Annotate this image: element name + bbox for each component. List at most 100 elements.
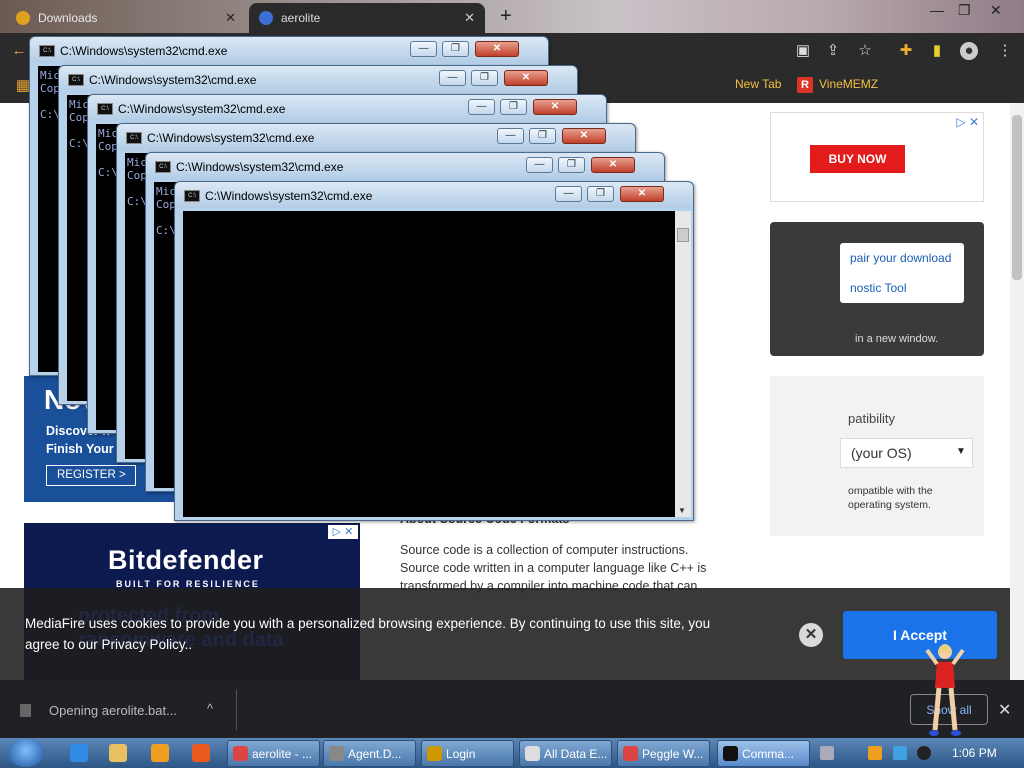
download-item-label[interactable]: Opening aerolite.bat...: [49, 703, 177, 718]
menu-dots-icon[interactable]: ⋮: [996, 42, 1014, 60]
file-explorer-icon[interactable]: [109, 744, 127, 762]
cmd-close-button[interactable]: ✕: [475, 41, 519, 57]
scrollbar-thumb[interactable]: [677, 228, 689, 242]
register-button[interactable]: REGISTER >: [46, 465, 136, 486]
taskbar-button[interactable]: Login: [421, 740, 514, 767]
cmd-output: Mic Cop C:\: [69, 98, 89, 150]
taskbar-app-icon: [623, 746, 638, 761]
cmd-close-button[interactable]: ✕: [504, 70, 548, 86]
cookie-close-button[interactable]: ✕: [799, 623, 823, 647]
cmd-title: C:\Windows\system32\cmd.exe: [60, 44, 228, 58]
chevron-up-icon[interactable]: ^: [207, 701, 213, 716]
cmd-line: Mic: [98, 127, 118, 140]
cmd-icon: C:\: [68, 74, 84, 86]
cmd-line: Cop: [127, 169, 147, 182]
cmd-maximize-button[interactable]: ❐: [529, 128, 556, 144]
extensions-icon[interactable]: ✚: [897, 42, 915, 60]
taskbar-button-label: aerolite - ...: [252, 747, 313, 761]
adchoices-icon[interactable]: ▷ ✕: [956, 115, 979, 129]
cmd-titlebar[interactable]: C:\ C:\Windows\system32\cmd.exe — ❐ ✕: [117, 124, 635, 150]
tray-search-icon[interactable]: [868, 746, 882, 760]
cmd-line: Cop: [69, 111, 89, 124]
cmd-titlebar[interactable]: C:\ C:\Windows\system32\cmd.exe — ❐ ✕: [59, 66, 577, 92]
cmd-maximize-button[interactable]: ❐: [471, 70, 498, 86]
cmd-maximize-button[interactable]: ❐: [587, 186, 614, 202]
back-arrow-icon[interactable]: ←: [10, 42, 28, 60]
cmd-console[interactable]: [183, 211, 677, 517]
cmd-line: [69, 124, 89, 137]
tab-label: aerolite: [281, 11, 321, 25]
scroll-down-icon[interactable]: ▼: [678, 506, 686, 515]
tab-close-icon[interactable]: ✕: [225, 10, 236, 26]
tab-downloads[interactable]: Downloads ✕: [6, 3, 246, 33]
os-select-dropdown[interactable]: (your OS): [840, 438, 973, 468]
cmd-titlebar[interactable]: C:\ C:\Windows\system32\cmd.exe — ❐ ✕: [88, 95, 606, 121]
internet-explorer-icon[interactable]: [70, 744, 88, 762]
paint-icon[interactable]: [192, 744, 210, 762]
cmd-maximize-button[interactable]: ❐: [442, 41, 469, 57]
taskbar-button[interactable]: aerolite - ...: [227, 740, 320, 767]
taskbar-button[interactable]: Agent.D...: [323, 740, 416, 767]
cmd-titlebar[interactable]: C:\ C:\Windows\system32\cmd.exe — ❐ ✕: [30, 37, 548, 63]
cmd-titlebar[interactable]: C:\ C:\Windows\system32\cmd.exe — ❐ ✕: [146, 153, 664, 179]
tray-app-icon[interactable]: [917, 746, 931, 760]
media-player-icon[interactable]: [151, 744, 169, 762]
bitdefender-logo: Bitdefender: [108, 545, 264, 575]
bookmark-new-tab[interactable]: New Tab: [735, 77, 781, 91]
cmd-close-button[interactable]: ✕: [620, 186, 664, 202]
repair-download-link[interactable]: pair your download: [850, 251, 951, 265]
cast-icon[interactable]: ▣: [794, 42, 812, 60]
cmd-output: Mic Cop C:\: [127, 156, 147, 208]
tray-monitor-icon[interactable]: [893, 746, 907, 760]
register-ad-line: Finish Your: [46, 442, 114, 456]
bookmark-star-icon[interactable]: ☆: [856, 42, 874, 60]
scrollbar-thumb[interactable]: [1012, 115, 1022, 280]
diagnostic-tool-link[interactable]: nostic Tool: [850, 281, 906, 295]
bookmark-label: VineMEMZ: [819, 77, 879, 91]
maximize-window-button[interactable]: ❐: [958, 2, 971, 19]
share-icon[interactable]: ⇪: [824, 42, 842, 60]
side-panel-icon[interactable]: ▮: [928, 42, 946, 60]
new-tab-button[interactable]: +: [500, 5, 512, 28]
cmd-icon: C:\: [97, 103, 113, 115]
taskbar-clock[interactable]: 1:06 PM: [952, 746, 997, 760]
bookmark-vinememz[interactable]: R VineMEMZ: [797, 77, 878, 93]
cmd-close-button[interactable]: ✕: [533, 99, 577, 115]
tab-close-icon[interactable]: ✕: [464, 10, 475, 26]
cmd-icon: C:\: [126, 132, 142, 144]
cmd-titlebar[interactable]: C:\ C:\Windows\system32\cmd.exe — ❐ ✕: [175, 182, 693, 208]
cmd-minimize-button[interactable]: —: [439, 70, 466, 86]
cmd-close-button[interactable]: ✕: [562, 128, 606, 144]
buy-now-button[interactable]: BUY NOW: [810, 145, 905, 173]
compatibility-note: ompatible with the operating system.: [848, 485, 933, 511]
taskbar-button-label: Peggle W...: [642, 747, 704, 761]
cmd-window[interactable]: C:\ C:\Windows\system32\cmd.exe — ❐ ✕ ▼: [174, 181, 694, 521]
accept-cookies-button[interactable]: I Accept: [843, 611, 997, 659]
about-paragraph: Source code is a collection of computer …: [400, 543, 707, 593]
cmd-minimize-button[interactable]: —: [497, 128, 524, 144]
cmd-minimize-button[interactable]: —: [468, 99, 495, 115]
page-scrollbar[interactable]: [1010, 103, 1024, 680]
cmd-maximize-button[interactable]: ❐: [500, 99, 527, 115]
minimize-window-button[interactable]: —: [930, 2, 944, 18]
close-download-bar-icon[interactable]: ✕: [998, 700, 1011, 720]
os-select-value: (your OS): [851, 445, 912, 461]
cmd-scrollbar[interactable]: ▼: [675, 211, 691, 517]
taskbar-button-label: All Data E...: [544, 747, 608, 761]
cmd-minimize-button[interactable]: —: [410, 41, 437, 57]
cmd-maximize-button[interactable]: ❐: [558, 157, 585, 173]
cmd-minimize-button[interactable]: —: [526, 157, 553, 173]
adchoices-icon[interactable]: ▷ ✕: [328, 525, 358, 539]
cmd-output: Mic Cop C:\: [156, 185, 176, 237]
tab-aerolite[interactable]: aerolite ✕: [249, 3, 485, 33]
close-window-button[interactable]: ✕: [990, 2, 1002, 19]
taskbar-button[interactable]: All Data E...: [519, 740, 612, 767]
start-button[interactable]: [8, 739, 44, 767]
cmd-close-button[interactable]: ✕: [591, 157, 635, 173]
taskbar-button[interactable]: Peggle W...: [617, 740, 710, 767]
taskbar-button[interactable]: Comma...: [717, 740, 810, 767]
cmd-minimize-button[interactable]: —: [555, 186, 582, 202]
tray-network-icon[interactable]: [820, 746, 834, 760]
profile-avatar-icon[interactable]: ●: [960, 42, 978, 60]
taskbar-button-label: Login: [446, 747, 476, 761]
